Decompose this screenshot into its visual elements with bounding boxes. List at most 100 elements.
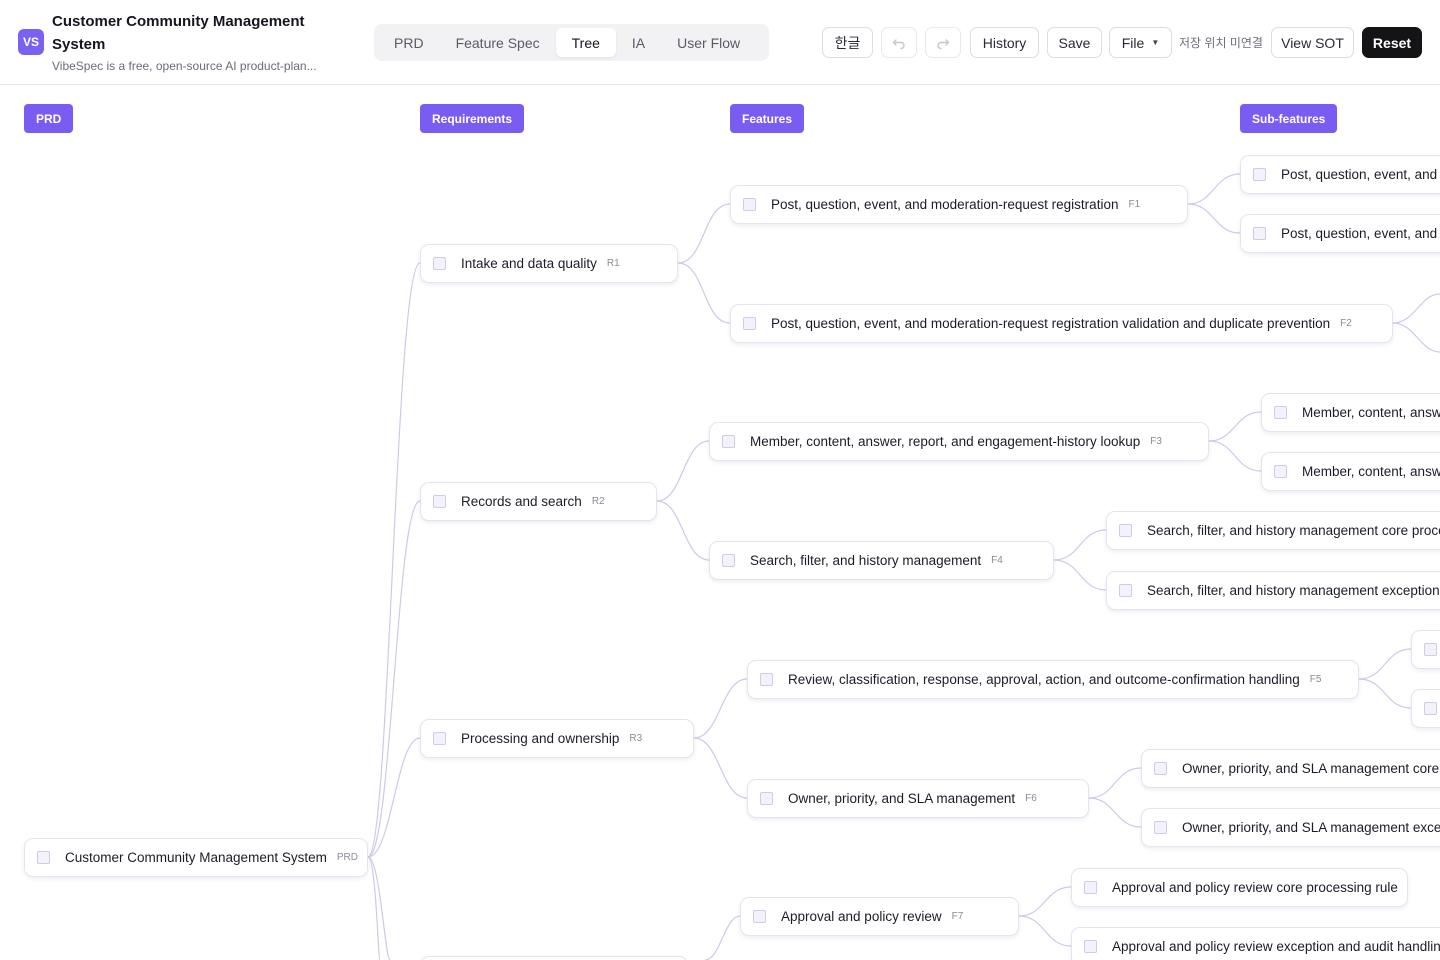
view-sot-button[interactable]: View SOT bbox=[1271, 27, 1354, 58]
node-checkbox[interactable] bbox=[433, 257, 446, 270]
tree-node-subfeature[interactable]: Approval and policy review core processi… bbox=[1071, 868, 1408, 907]
node-checkbox[interactable] bbox=[1154, 821, 1167, 834]
node-label: Intake and data quality bbox=[461, 256, 597, 271]
node-label: Search, filter, and history management c… bbox=[1147, 523, 1440, 538]
tree-node-subfeature[interactable]: Post, question, event, and mo bbox=[1240, 214, 1440, 253]
edge-r1-f2 bbox=[677, 262, 731, 324]
redo-icon bbox=[937, 38, 950, 49]
tree-node-feature[interactable]: Search, filter, and history management F… bbox=[709, 541, 1054, 580]
tab-prd[interactable]: PRD bbox=[378, 28, 440, 57]
app-logo: VS bbox=[18, 29, 44, 55]
column-header-prd: PRD bbox=[24, 104, 74, 133]
node-checkbox[interactable] bbox=[1424, 702, 1437, 715]
undo-icon bbox=[892, 38, 905, 49]
history-button[interactable]: History bbox=[970, 27, 1039, 58]
node-checkbox[interactable] bbox=[1119, 524, 1132, 537]
tree-node-requirement[interactable] bbox=[420, 956, 688, 960]
node-code: R2 bbox=[591, 496, 605, 507]
tree-node-feature[interactable]: Post, question, event, and moderation-re… bbox=[730, 304, 1393, 343]
tree-canvas[interactable]: PRD Requirements Features Sub-features C… bbox=[0, 86, 1440, 960]
tree-node-feature[interactable]: Owner, priority, and SLA management F6 bbox=[747, 779, 1089, 818]
edge-f4-s5 bbox=[1053, 529, 1107, 561]
tree-node-subfeature[interactable]: Post, question, event, and mo bbox=[1240, 155, 1440, 194]
node-checkbox[interactable] bbox=[433, 495, 446, 508]
app-header: VS Customer Community Management System … bbox=[0, 0, 1440, 85]
edge-f2-sub2 bbox=[1392, 322, 1440, 353]
node-label: Member, content, answer, bbox=[1302, 464, 1440, 479]
tree-node-feature[interactable]: Member, content, answer, report, and eng… bbox=[709, 422, 1209, 461]
node-label: Owner, priority, and SLA management exce… bbox=[1182, 820, 1440, 835]
node-checkbox[interactable] bbox=[433, 732, 446, 745]
node-checkbox[interactable] bbox=[1119, 584, 1132, 597]
node-checkbox[interactable] bbox=[1424, 643, 1437, 656]
tree-node-subfeature[interactable]: Member, content, answer, bbox=[1261, 393, 1440, 432]
node-checkbox[interactable] bbox=[1154, 762, 1167, 775]
tree-node-subfeature[interactable]: Search, filter, and history management c… bbox=[1106, 511, 1440, 550]
language-toggle-button[interactable]: 한글 bbox=[822, 27, 873, 58]
node-label: Processing and ownership bbox=[461, 731, 620, 746]
tree-node-subfeature[interactable]: Owner, priority, and SLA management core… bbox=[1141, 749, 1440, 788]
tree-node-requirement[interactable]: Processing and ownership R3 bbox=[420, 719, 694, 758]
node-code: F7 bbox=[951, 911, 964, 922]
node-checkbox[interactable] bbox=[760, 792, 773, 805]
node-label: Post, question, event, and mo bbox=[1281, 167, 1440, 182]
node-checkbox[interactable] bbox=[37, 851, 50, 864]
node-label: Approval and policy review bbox=[781, 909, 942, 924]
tree-node-subfeature[interactable]: Owner, priority, and SLA management exce… bbox=[1141, 808, 1440, 847]
tree-node-subfeature[interactable] bbox=[1411, 630, 1440, 669]
tree-node-feature[interactable]: Post, question, event, and moderation-re… bbox=[730, 185, 1188, 224]
edge-prd-r3 bbox=[367, 737, 421, 858]
file-menu-button[interactable]: File ▼ bbox=[1109, 27, 1172, 58]
node-checkbox[interactable] bbox=[743, 198, 756, 211]
node-checkbox[interactable] bbox=[1084, 881, 1097, 894]
tab-feature-spec[interactable]: Feature Spec bbox=[440, 28, 556, 57]
node-checkbox[interactable] bbox=[760, 673, 773, 686]
view-tabs: PRD Feature Spec Tree IA User Flow bbox=[374, 24, 769, 61]
tab-user-flow[interactable]: User Flow bbox=[661, 28, 756, 57]
node-checkbox[interactable] bbox=[1084, 940, 1097, 953]
node-checkbox[interactable] bbox=[1253, 227, 1266, 240]
node-checkbox[interactable] bbox=[1274, 465, 1287, 478]
edge-f5-s8 bbox=[1358, 678, 1412, 709]
edge-f5-s7 bbox=[1358, 648, 1412, 680]
tree-node-subfeature[interactable] bbox=[1411, 689, 1440, 728]
node-checkbox[interactable] bbox=[1253, 168, 1266, 181]
node-checkbox[interactable] bbox=[722, 554, 735, 567]
edge-f7-s12 bbox=[1018, 915, 1072, 947]
edge-prd-r5 bbox=[367, 856, 381, 960]
redo-button[interactable] bbox=[925, 27, 961, 58]
tab-ia[interactable]: IA bbox=[616, 28, 661, 57]
edge-prd-r1 bbox=[367, 262, 421, 858]
node-checkbox[interactable] bbox=[1274, 406, 1287, 419]
tree-node-subfeature[interactable]: Search, filter, and history management e… bbox=[1106, 571, 1440, 610]
app-title: Customer Community Management System bbox=[52, 13, 305, 53]
edge-r1-f1 bbox=[677, 203, 731, 264]
edge-r3-f5 bbox=[693, 678, 748, 739]
tree-node-prd[interactable]: Customer Community Management System PRD bbox=[24, 838, 368, 877]
tree-node-feature[interactable]: Review, classification, response, approv… bbox=[747, 660, 1359, 699]
tree-node-feature[interactable]: Approval and policy review F7 bbox=[740, 897, 1019, 936]
node-checkbox[interactable] bbox=[722, 435, 735, 448]
tree-node-subfeature[interactable]: Approval and policy review exception and… bbox=[1071, 927, 1440, 960]
node-checkbox[interactable] bbox=[743, 317, 756, 330]
save-button[interactable]: Save bbox=[1047, 27, 1102, 58]
tab-tree[interactable]: Tree bbox=[555, 28, 616, 57]
file-menu-label: File bbox=[1121, 34, 1145, 51]
node-label: Approval and policy review core processi… bbox=[1112, 880, 1398, 895]
edge-f7-s11 bbox=[1018, 886, 1072, 917]
tree-node-requirement[interactable]: Intake and data quality R1 bbox=[420, 244, 678, 283]
tree-node-requirement[interactable]: Records and search R2 bbox=[420, 482, 657, 521]
node-code: R1 bbox=[606, 258, 620, 269]
node-label: Member, content, answer, report, and eng… bbox=[750, 434, 1141, 449]
column-header-sub-features: Sub-features bbox=[1240, 104, 1338, 133]
tree-node-subfeature[interactable]: Member, content, answer, bbox=[1261, 452, 1440, 491]
reset-button[interactable]: Reset bbox=[1362, 27, 1422, 58]
undo-button[interactable] bbox=[881, 27, 917, 58]
edge-f1-s2 bbox=[1187, 203, 1241, 234]
node-label: Owner, priority, and SLA management bbox=[788, 791, 1016, 806]
edge-r2-f4 bbox=[656, 500, 710, 561]
node-checkbox[interactable] bbox=[753, 910, 766, 923]
node-label: Approval and policy review exception and… bbox=[1112, 939, 1440, 954]
edge-r3-f6 bbox=[693, 737, 748, 799]
node-code: F1 bbox=[1128, 199, 1141, 210]
